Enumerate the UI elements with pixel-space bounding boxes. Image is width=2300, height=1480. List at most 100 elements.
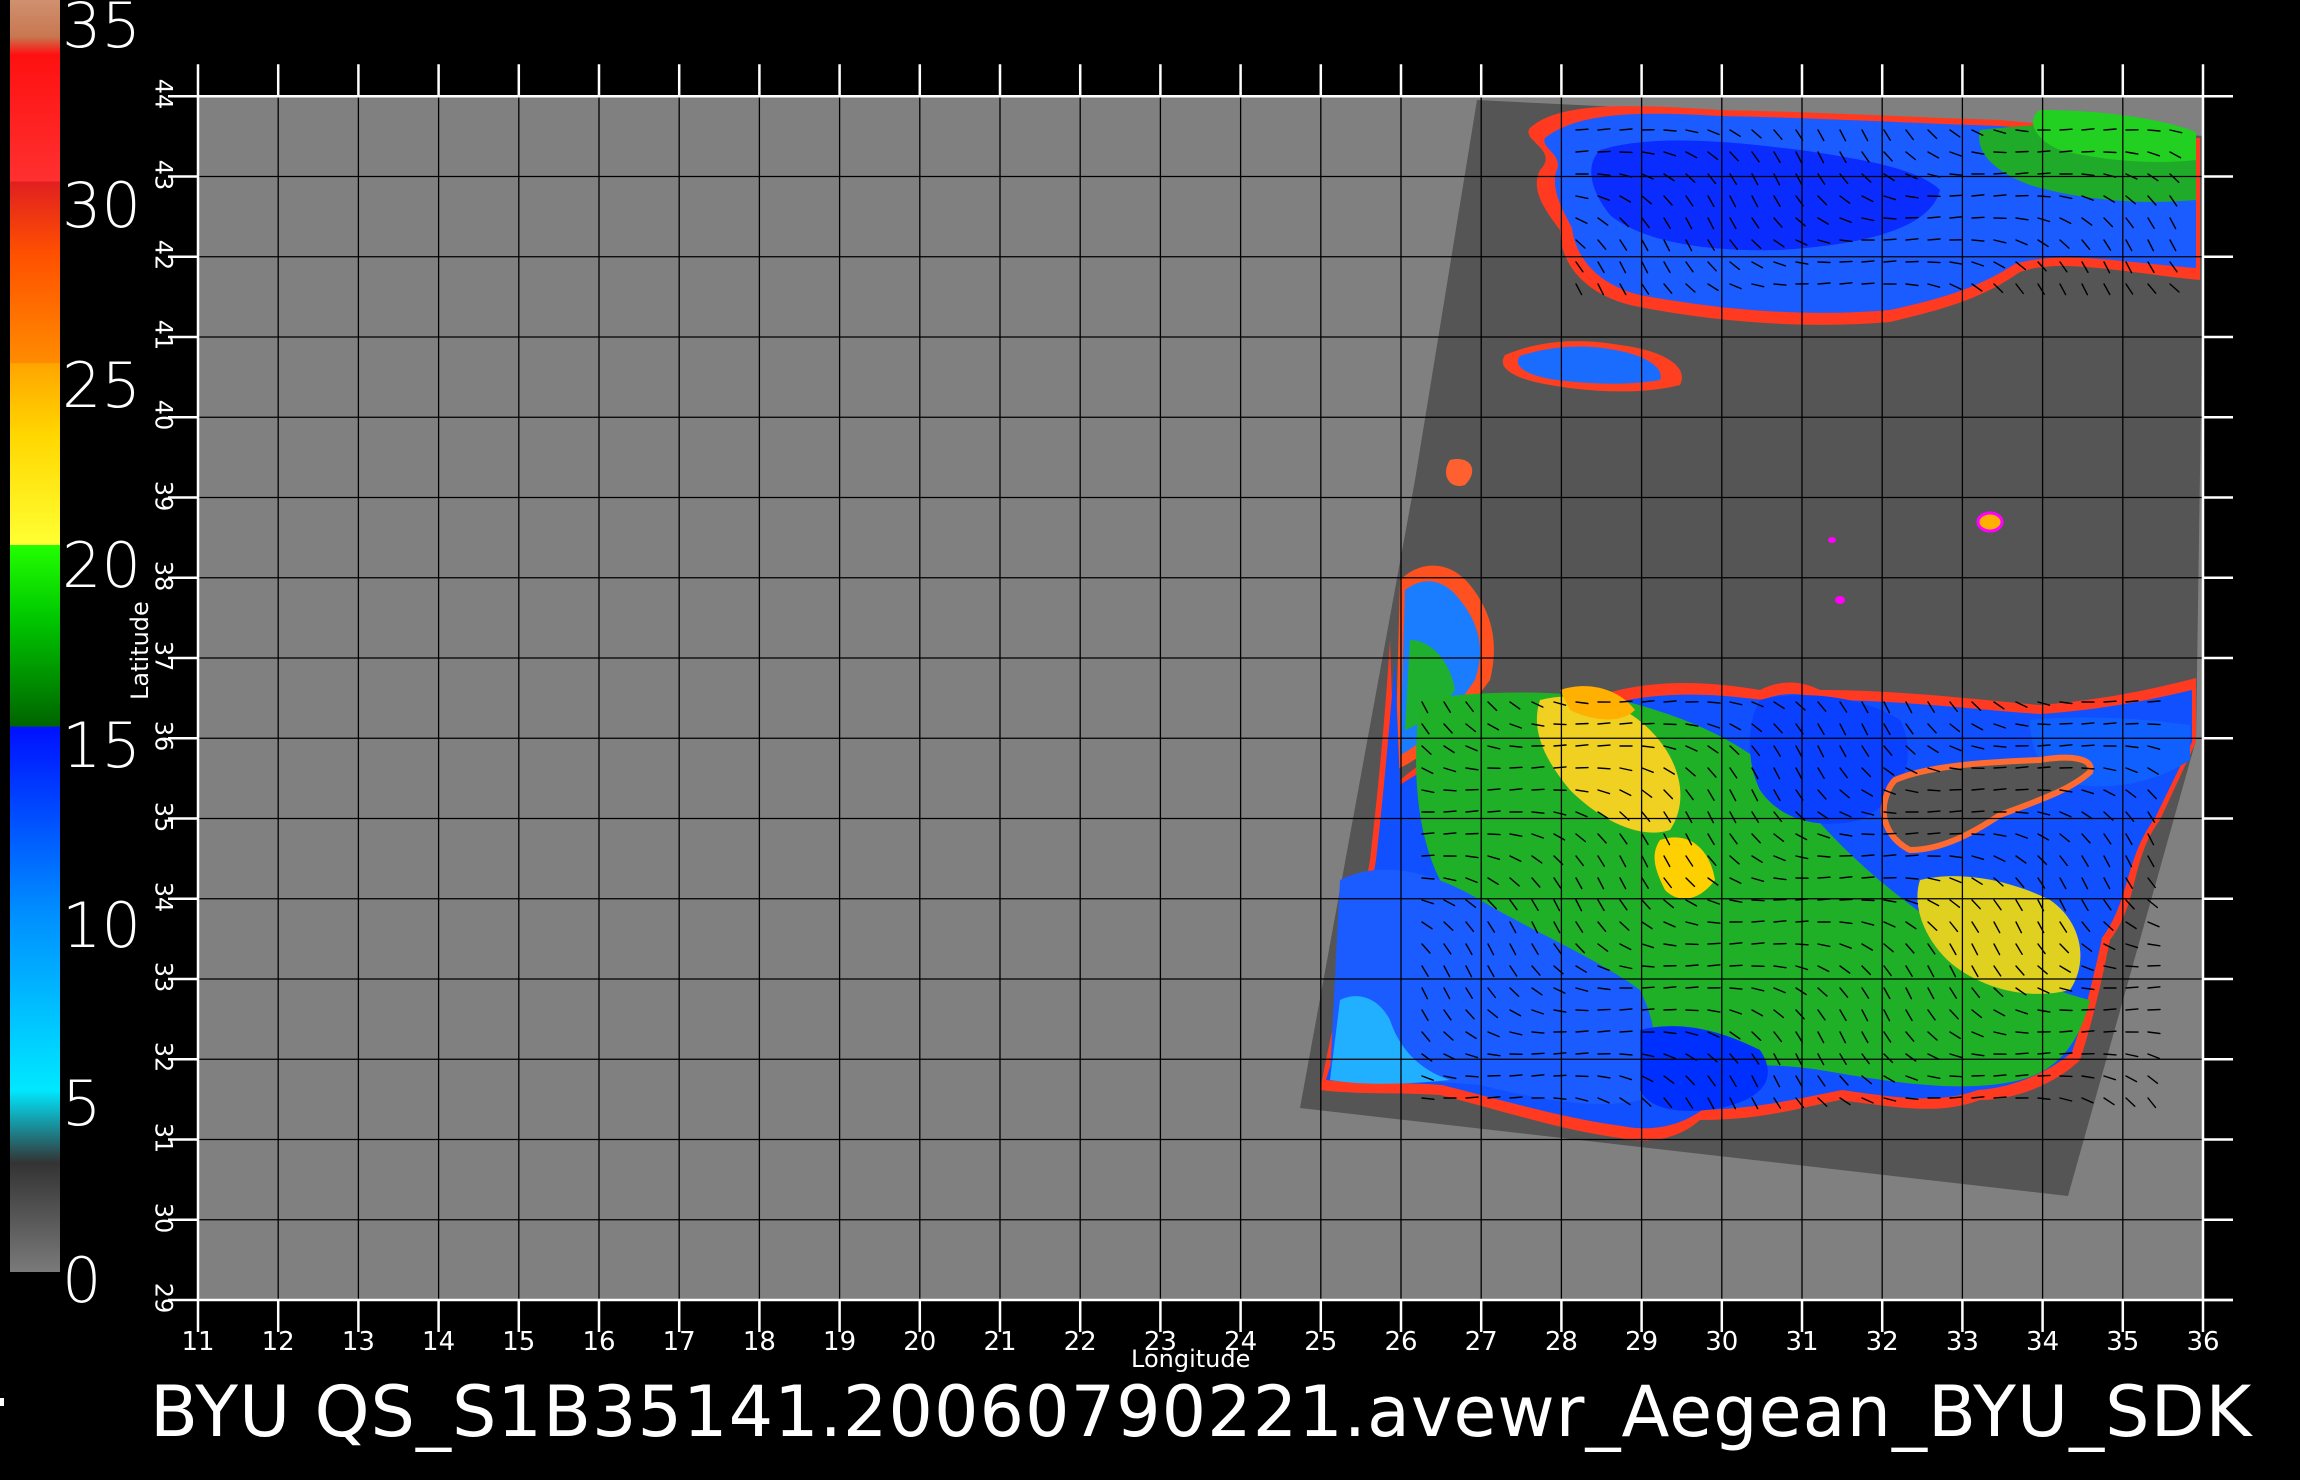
wind-vector [2147, 129, 2161, 132]
wind-vector [1443, 810, 1457, 813]
wind-vector [1905, 854, 1919, 857]
colorbar-label: 10 [62, 889, 141, 962]
wind-vector [1773, 898, 1787, 901]
wind-vector [2037, 723, 2051, 726]
wind-vector [2037, 744, 2051, 747]
colorbar-label: 30 [62, 169, 141, 242]
wind-vector [1619, 1053, 1633, 1056]
wind-vector [2103, 1053, 2117, 1056]
y-tick-label: 33 [149, 961, 178, 993]
map-plot [168, 64, 2233, 1332]
colorbar-label: 35 [62, 0, 141, 62]
wind-vector [1597, 767, 1611, 770]
x-tick-label: 19 [823, 1327, 857, 1357]
wind-vector [1509, 766, 1523, 769]
wind-vector [1971, 216, 1985, 219]
wind-vector [1575, 1009, 1589, 1012]
wind-vector [2103, 700, 2117, 703]
wind-vector [1905, 877, 1919, 880]
x-tick-label: 16 [582, 1327, 616, 1357]
edge-mark [0, 1398, 4, 1406]
wind-vector [1553, 744, 1567, 747]
wind-vector [1641, 965, 1655, 968]
wind-vector [1641, 722, 1655, 725]
wind-vector [2103, 128, 2117, 131]
wind-vector [1531, 788, 1545, 791]
wind-vector [2125, 986, 2139, 989]
y-tick-label: 41 [149, 319, 178, 351]
wind-vector [1949, 832, 1963, 835]
wind-vector [1685, 964, 1699, 967]
x-tick-label: 22 [1063, 1327, 1097, 1357]
wind-vector [1509, 1096, 1523, 1099]
wind-vector [1575, 1052, 1589, 1055]
wind-vector [1861, 854, 1875, 857]
wind-vector [2081, 767, 2095, 770]
y-tick-label: 35 [149, 801, 178, 832]
wind-vector [1663, 700, 1677, 703]
wind-vector [2059, 1009, 2073, 1012]
y-tick-label: 40 [149, 399, 178, 431]
wind-vector [2081, 150, 2095, 153]
wind-vector [2059, 128, 2073, 131]
wind-vector [2103, 151, 2117, 154]
y-tick-label: 39 [149, 480, 178, 511]
wind-vector [2147, 723, 2161, 726]
wind-vector [1465, 832, 1479, 835]
x-tick-label: 27 [1464, 1327, 1498, 1357]
x-axis-title: Longitude [1131, 1345, 1251, 1373]
wind-vector [1597, 150, 1611, 153]
wind-vector [1861, 899, 1875, 902]
y-tick-label: 30 [149, 1202, 178, 1234]
wind-vector [1861, 833, 1875, 836]
wind-vector [1729, 964, 1743, 967]
x-tick-label: 13 [341, 1327, 375, 1357]
wind-vector [2015, 788, 2029, 791]
wind-vector [1949, 1096, 1963, 1099]
wind-vector [2059, 1052, 2073, 1055]
wind-vector [1619, 128, 1633, 131]
wind-vector [1663, 1008, 1677, 1011]
wind-vector [1927, 238, 1941, 241]
wind-vector [1685, 1009, 1699, 1012]
wind-vector [1817, 855, 1831, 858]
wind-vector [2059, 1030, 2073, 1033]
wind-vector [1861, 282, 1875, 285]
wind-vector [1817, 876, 1831, 879]
wind-vector [1553, 723, 1567, 726]
wind-vector [1487, 810, 1501, 813]
x-tick-label: 11 [181, 1327, 215, 1357]
y-tick-label: 29 [149, 1282, 178, 1314]
x-tick-label: 35 [2106, 1327, 2140, 1357]
wind-vector [1597, 1008, 1611, 1011]
wind-vector [1641, 986, 1655, 989]
wind-vector [1553, 1074, 1567, 1077]
wind-vector [1817, 261, 1831, 264]
x-tick-label: 28 [1544, 1327, 1578, 1357]
x-tick-label: 17 [662, 1327, 696, 1357]
wind-vector [1927, 261, 1941, 264]
y-tick-label: 42 [149, 239, 178, 271]
x-tick-label: 34 [2026, 1327, 2060, 1357]
wind-vector [1905, 260, 1919, 263]
colorbar-label: 0 [62, 1244, 102, 1317]
wind-vector [1949, 194, 1963, 197]
x-tick-label: 12 [261, 1327, 295, 1357]
island-marker [1976, 511, 2004, 533]
wind-vector [1751, 920, 1765, 923]
wind-vector [1839, 898, 1853, 901]
y-tick-label: 44 [149, 78, 178, 110]
wind-vector [2147, 700, 2161, 703]
wind-vector [1597, 744, 1611, 747]
x-tick-label: 18 [742, 1327, 776, 1357]
wind-vector [1465, 1096, 1479, 1099]
wind-vector [1443, 789, 1457, 792]
wind-vector [2037, 766, 2051, 769]
x-tick-label: 20 [903, 1327, 937, 1357]
wind-vector [1839, 260, 1853, 263]
wind-vector [1421, 877, 1435, 880]
wind-vector [2081, 1008, 2095, 1011]
wind-vector [1993, 151, 2007, 154]
wind-vector [1487, 833, 1501, 836]
wind-vector [1531, 1052, 1545, 1055]
